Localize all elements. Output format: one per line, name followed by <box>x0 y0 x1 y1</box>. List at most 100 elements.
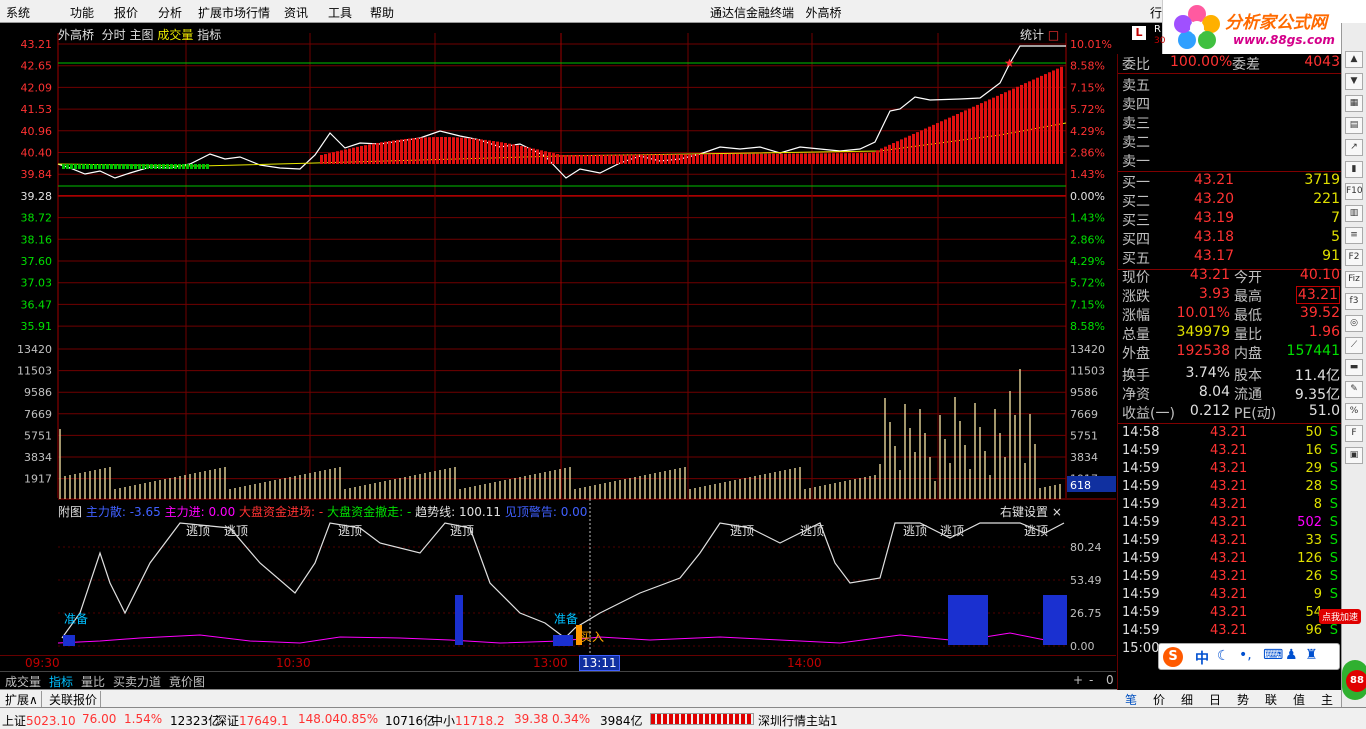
f3-icon[interactable]: f3 <box>1345 293 1363 310</box>
punct-icon[interactable]: •, <box>1239 647 1252 663</box>
table-icon[interactable]: ▥ <box>1345 205 1363 222</box>
menu-help[interactable]: 帮助 <box>370 4 394 21</box>
ime-toolbar[interactable]: S 中 ☾ •, ⌨ ♟ ♜ <box>1158 643 1340 670</box>
percent-icon[interactable]: % <box>1345 403 1363 420</box>
fund-in-bar <box>1008 90 1011 164</box>
candle-icon[interactable]: ▮ <box>1345 161 1363 178</box>
sogou-icon[interactable]: S <box>1163 647 1183 667</box>
down-icon[interactable]: ▼ <box>1345 73 1363 90</box>
tab-tick[interactable]: 笔 <box>1125 691 1137 708</box>
zoom-in-button[interactable]: + <box>1070 673 1086 689</box>
sell-row[interactable]: 卖三 <box>1118 113 1342 132</box>
box-icon[interactable]: ▣ <box>1345 447 1363 464</box>
tab-value[interactable]: 值 <box>1293 691 1305 708</box>
sell-row[interactable]: 卖五 <box>1118 75 1342 94</box>
zx-index[interactable]: 中小11718.2 <box>431 712 505 729</box>
buy-row[interactable]: 买一 43.21 3719 <box>1118 172 1342 191</box>
tile-icon[interactable]: ▤ <box>1345 117 1363 134</box>
zoom-out-button[interactable]: - <box>1086 673 1096 689</box>
ready-tag: 准备 <box>64 612 88 626</box>
moon-icon[interactable]: ☾ <box>1217 648 1230 664</box>
reset-button[interactable]: 0 <box>1103 673 1117 689</box>
assistant-icon[interactable]: 88 <box>1342 660 1366 700</box>
price-tick-label: 40.96 <box>21 125 53 138</box>
user-icon[interactable]: ♟ <box>1285 647 1298 663</box>
menu-news[interactable]: 资讯 <box>284 4 308 21</box>
pct-tick-label: 2.86% <box>1070 233 1105 246</box>
ime-mode[interactable]: 中 <box>1195 648 1209 668</box>
grid-icon[interactable]: ▦ <box>1345 95 1363 112</box>
fund-in-bar <box>460 137 463 164</box>
tab-price[interactable]: 价 <box>1153 691 1165 708</box>
tab-volume-ratio[interactable]: 量比 <box>78 673 108 689</box>
line-icon[interactable]: ⟋ <box>1345 337 1363 354</box>
pen-icon[interactable]: ✎ <box>1345 381 1363 398</box>
buy-row[interactable]: 买四 43.18 5 <box>1118 229 1342 248</box>
tab-trend[interactable]: 势 <box>1237 691 1249 708</box>
stat-label: 收益(一) <box>1122 406 1175 422</box>
tab-day[interactable]: 日 <box>1209 691 1221 708</box>
tab-related-quote[interactable]: 关联报价 <box>46 691 102 708</box>
pct-tick-label: 7.15% <box>1070 298 1105 311</box>
fund-in-bar <box>596 154 599 164</box>
menu-quote[interactable]: 报价 <box>114 4 138 21</box>
tab-volume[interactable]: 成交量 <box>157 28 193 42</box>
right-click-setting[interactable]: 右键设置 × <box>1000 503 1062 520</box>
escape-top-tag: 逃顶 <box>903 524 927 538</box>
shirt-icon[interactable]: ♜ <box>1305 647 1318 663</box>
sz-index[interactable]: 深证17649.1 <box>215 712 289 729</box>
buy-row[interactable]: 买二 43.20 221 <box>1118 191 1342 210</box>
tab-main-force[interactable]: 主 <box>1321 691 1333 708</box>
tab-indicator-bottom[interactable]: 指标 <box>46 673 76 689</box>
fund-in-bar <box>584 154 587 164</box>
f-icon[interactable]: F <box>1345 425 1363 442</box>
fund-in-bar <box>576 154 579 164</box>
list-icon[interactable]: ≡ <box>1345 227 1363 244</box>
bar-icon[interactable]: ▬ <box>1345 359 1363 376</box>
menu-extended-market[interactable]: 扩展市场行情 <box>198 4 270 21</box>
chart-icon[interactable]: ↗ <box>1345 139 1363 156</box>
buy-row[interactable]: 买五 43.17 91 <box>1118 248 1342 267</box>
circle-icon[interactable]: ◎ <box>1345 315 1363 332</box>
tab-minute[interactable]: 分时 <box>102 28 126 42</box>
tab-indicator[interactable]: 指标 <box>197 28 221 42</box>
price-tick-label: 37.60 <box>21 255 53 268</box>
tab-main[interactable]: 主图 <box>130 28 154 42</box>
fund-in-bar <box>732 153 735 164</box>
intraday-chart[interactable]: 43.21 10.01% 42.65 8.58% 42.09 7.15% 41.53 5.72… <box>0 23 1116 655</box>
tick-volume: 96 <box>1305 623 1322 638</box>
fund-in-bar <box>360 146 363 164</box>
menu-analysis[interactable]: 分析 <box>158 4 182 21</box>
tick-price: 43.21 <box>1210 587 1248 602</box>
tab-volume-bottom[interactable]: 成交量 <box>2 673 44 689</box>
f2-icon[interactable]: F2 <box>1345 249 1363 266</box>
fund-in-bar <box>736 153 739 164</box>
tab-link[interactable]: 联 <box>1265 691 1277 708</box>
sell-row[interactable]: 卖四 <box>1118 94 1342 113</box>
fiz-icon[interactable]: Fiz <box>1345 271 1363 288</box>
sh-index[interactable]: 上证5023.10 <box>2 712 76 729</box>
pct-tick-label: 5.72% <box>1070 103 1105 116</box>
sell-row[interactable]: 卖二 <box>1118 132 1342 151</box>
close-icon[interactable]: × <box>1052 505 1062 519</box>
stat-button[interactable]: 统计 □ <box>1020 26 1059 43</box>
buy-row[interactable]: 买三 43.19 7 <box>1118 210 1342 229</box>
speedup-badge[interactable]: 点我加速 <box>1319 609 1362 624</box>
f10-icon[interactable]: F10 <box>1345 183 1363 200</box>
zx-change: 39.38 <box>514 712 549 726</box>
tab-buy-sell-force[interactable]: 买卖力道 <box>110 673 164 689</box>
up-icon[interactable]: ▲ <box>1345 51 1363 68</box>
buy-price: 43.21 <box>1194 172 1235 188</box>
sell-row[interactable]: 卖一 <box>1118 151 1342 170</box>
indicator-tick-label: 80.24 <box>1070 541 1102 554</box>
tab-auction[interactable]: 竟价图 <box>166 673 208 689</box>
tab-detail[interactable]: 细 <box>1181 691 1193 708</box>
server-name[interactable]: 深圳行情主站1 <box>758 712 838 729</box>
menu-function[interactable]: 功能 <box>70 4 94 21</box>
fund-in-bar <box>1028 81 1031 164</box>
tab-extend[interactable]: 扩展∧ <box>2 691 42 708</box>
menu-system[interactable]: 系统 <box>6 4 30 21</box>
keyboard-icon[interactable]: ⌨ <box>1263 647 1283 663</box>
price-tick-label: 36.47 <box>21 298 53 311</box>
menu-tools[interactable]: 工具 <box>328 4 352 21</box>
